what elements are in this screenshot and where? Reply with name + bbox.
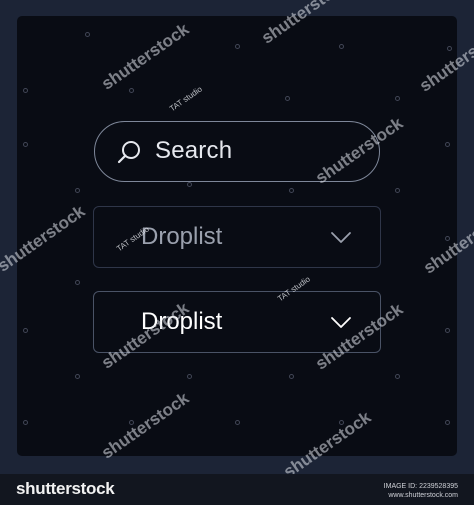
decorative-dot [447,46,452,51]
image-id: IMAGE ID: 2239528395 [383,483,458,490]
site-url: www.shutterstock.com [388,492,458,499]
footer-logo: shutterstock [16,479,115,498]
decorative-dot [23,420,28,425]
decorative-dot [23,88,28,93]
droplist-label: Droplist [141,223,223,250]
decorative-dot [285,96,290,101]
decorative-dot [445,142,450,147]
chevron-down-icon [331,232,351,243]
search-placeholder: Search [155,137,233,164]
chevron-down-icon [331,317,351,328]
decorative-dot [187,182,192,187]
decorative-dot [75,188,80,193]
decorative-dot [395,96,400,101]
footer-image-info: IMAGE ID: 2239528395 www.shutterstock.co… [384,482,458,500]
decorative-dot [235,44,240,49]
footer-bar: shutterstock IMAGE ID: 2239528395 www.sh… [0,474,474,505]
decorative-dot [289,374,294,379]
decorative-dot [235,420,240,425]
decorative-dot [395,188,400,193]
decorative-dot [445,420,450,425]
decorative-dot [445,328,450,333]
decorative-dot [75,280,80,285]
decorative-dot [289,188,294,193]
decorative-dot [395,374,400,379]
outer-frame: Search Droplist Droplist shutterstock sh… [0,0,474,482]
decorative-dot [23,328,28,333]
decorative-dot [23,142,28,147]
decorative-dot [129,88,134,93]
decorative-dot [75,374,80,379]
decorative-dot [339,44,344,49]
decorative-dot [187,374,192,379]
search-icon [117,141,140,164]
decorative-dot [85,32,90,37]
